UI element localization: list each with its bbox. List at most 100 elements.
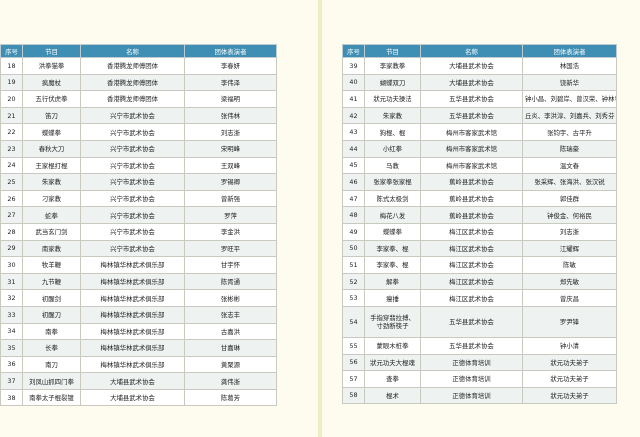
table-row: 28 武当玄门剑 兴宁市武术协会 李金洪	[0, 222, 277, 241]
cell-name: 梅州市客家武术馆	[420, 123, 523, 141]
cell-program: 五行伏虎拳	[22, 90, 81, 108]
cell-program: 朱家教	[22, 173, 81, 191]
cell-index: 39	[342, 57, 365, 75]
cell-index: 58	[342, 386, 365, 405]
cell-index: 18	[0, 57, 23, 75]
table-row: 36 南刀 梅林镇华林武术俱乐部 黄聚源	[0, 355, 277, 374]
table-row: 47 陈式太极剑 蕉岭县武术协会 郭佳群	[342, 189, 617, 208]
cell-performer: 王双峰	[184, 156, 277, 175]
cell-performer: 罗萍	[184, 206, 277, 224]
cell-program: 蛇拳	[22, 206, 81, 224]
cell-program: 马教	[364, 156, 421, 175]
cell-performer: 甘宇怀	[184, 256, 277, 274]
cell-name: 梅州市客家武术馆	[420, 139, 523, 158]
right-program-table: 序号 节目 名称 团体表演者 39 李家教拳 大埔县武术协会 林国浩 40 蝴蝶双刀 大埔县…	[342, 44, 617, 405]
cell-name: 梅林镇华林武术俱乐部	[80, 355, 185, 374]
cell-name: 梅江区武术协会	[420, 256, 523, 274]
cell-program: 南家教	[22, 239, 81, 258]
table-row: 55 蒙眼木桩拳 五华县武术协会 钟小清	[342, 336, 617, 355]
header-performer: 团体表演者	[522, 44, 617, 58]
cell-name: 梅林镇华林武术俱乐部	[80, 256, 185, 274]
cell-index: 48	[342, 206, 365, 224]
cell-program: 洪拳猫拳	[22, 57, 81, 75]
table-row: 21 笛刀 兴宁市武术协会 张伟林	[0, 106, 277, 125]
cell-index: 45	[342, 156, 365, 175]
cell-name: 梅林镇华林武术俱乐部	[80, 272, 185, 291]
cell-name: 五华县武术协会	[420, 336, 523, 355]
cell-name: 兴宁市武术协会	[80, 139, 185, 158]
cell-performer: 张志丰	[184, 305, 277, 324]
cell-index: 53	[342, 289, 365, 307]
table-row: 30 牧羊鞭 梅林镇华林武术俱乐部 甘宇怀	[0, 256, 277, 274]
cell-name: 梅林镇华林武术俱乐部	[80, 305, 185, 324]
cell-performer: 曾庆昌	[522, 289, 617, 307]
cell-program: 狗棍、棍	[364, 123, 421, 141]
cell-program: 牧羊鞭	[22, 256, 81, 274]
cell-index: 49	[342, 222, 365, 241]
cell-name: 五华县武术协会	[420, 305, 523, 338]
cell-performer: 李金洪	[184, 222, 277, 241]
table-row: 24 王家棍打棍 兴宁市武术协会 王双峰	[0, 156, 277, 175]
cell-program: 狀元功夫操法	[364, 90, 421, 108]
cell-program: 九节鞭	[22, 272, 81, 291]
cell-name: 五华县武术协会	[420, 106, 523, 125]
table-header-row: 序号 节目 名称 团体表演者	[0, 44, 277, 58]
cell-performer: 张伟林	[184, 106, 277, 125]
cell-index: 55	[342, 336, 365, 355]
cell-name: 香港腾龙师傅团体	[80, 73, 185, 92]
cell-index: 30	[0, 256, 23, 274]
table-row: 27 蛇拳 兴宁市武术协会 罗萍	[0, 206, 277, 224]
cell-index: 20	[0, 90, 23, 108]
cell-index: 40	[342, 73, 365, 92]
cell-performer: 罗旺平	[184, 239, 277, 258]
cell-performer: 钟小昌、刘碧岸、曾汉荣、钟林睿	[522, 90, 617, 108]
cell-index: 52	[342, 272, 365, 291]
cell-performer: 陈瑞豪	[522, 139, 617, 158]
cell-index: 27	[0, 206, 23, 224]
cell-performer: 刘志浙	[522, 222, 617, 241]
cell-performer: 陈胥通	[184, 272, 277, 291]
header-index: 序号	[0, 44, 23, 58]
cell-performer: 狀元功夫弟子	[522, 353, 617, 372]
table-row: 23 春秋大刀 兴宁市武术协会 宋明峰	[0, 139, 277, 158]
cell-program: 疯魔杖	[22, 73, 81, 92]
cell-performer: 钟俊金、何裕民	[522, 206, 617, 224]
cell-index: 23	[0, 139, 23, 158]
cell-name: 兴宁市武术协会	[80, 123, 185, 141]
cell-performer: 罗尹锋	[522, 305, 617, 338]
cell-performer: 甘嘉琳	[184, 339, 277, 357]
cell-program: 查拳	[364, 370, 421, 388]
cell-index: 19	[0, 73, 23, 92]
table-row: 53 瘦捶 梅江区武术协会 曾庆昌	[342, 289, 617, 307]
cell-program: 笛刀	[22, 106, 81, 125]
cell-name: 五华县武术协会	[420, 90, 523, 108]
table-row: 25 朱家教 兴宁市武术协会 罗锡卿	[0, 173, 277, 191]
cell-performer: 张彬彬	[184, 289, 277, 307]
cell-performer: 曾新强	[184, 189, 277, 208]
table-row: 20 五行伏虎拳 香港腾龙师傅团体 梁福明	[0, 90, 277, 108]
header-performer: 团体表演者	[184, 44, 277, 58]
cell-program: 南拳	[22, 322, 81, 341]
table-header-row: 序号 节目 名称 团体表演者	[342, 44, 617, 58]
cell-program: 刘凤山抓四门拳	[22, 372, 81, 390]
cell-name: 正德体育培训	[420, 353, 523, 372]
table-row: 22 蝶蝶拳 兴宁市武术协会 刘志浙	[0, 123, 277, 141]
cell-index: 50	[342, 239, 365, 258]
cell-program: 瘦捶	[364, 289, 421, 307]
cell-performer: 温文春	[522, 156, 617, 175]
cell-performer: 陈敏	[522, 256, 617, 274]
cell-program: 蝶蝶拳	[22, 123, 81, 141]
table-row: 33 初醒刀 梅林镇华林武术俱乐部 张志丰	[0, 305, 277, 324]
table-row: 35 长拳 梅林镇华林武术俱乐部 甘嘉琳	[0, 339, 277, 357]
cell-performer: 宋明峰	[184, 139, 277, 158]
cell-program: 小红拳	[364, 139, 421, 158]
table-row: 49 蝶蝶拳 梅江区武术协会 刘志浙	[342, 222, 617, 241]
cell-name: 梅林镇华林武术俱乐部	[80, 289, 185, 307]
cell-performer: 李伟泽	[184, 73, 277, 92]
cell-name: 兴宁市武术协会	[80, 189, 185, 208]
cell-index: 46	[342, 173, 365, 191]
table-row: 56 狀元功夫大棍魂 正德体育培训 狀元功夫弟子	[342, 353, 617, 372]
cell-index: 51	[342, 256, 365, 274]
cell-program: 蒙眼木桩拳	[364, 336, 421, 355]
cell-program: 刁家教	[22, 189, 81, 208]
